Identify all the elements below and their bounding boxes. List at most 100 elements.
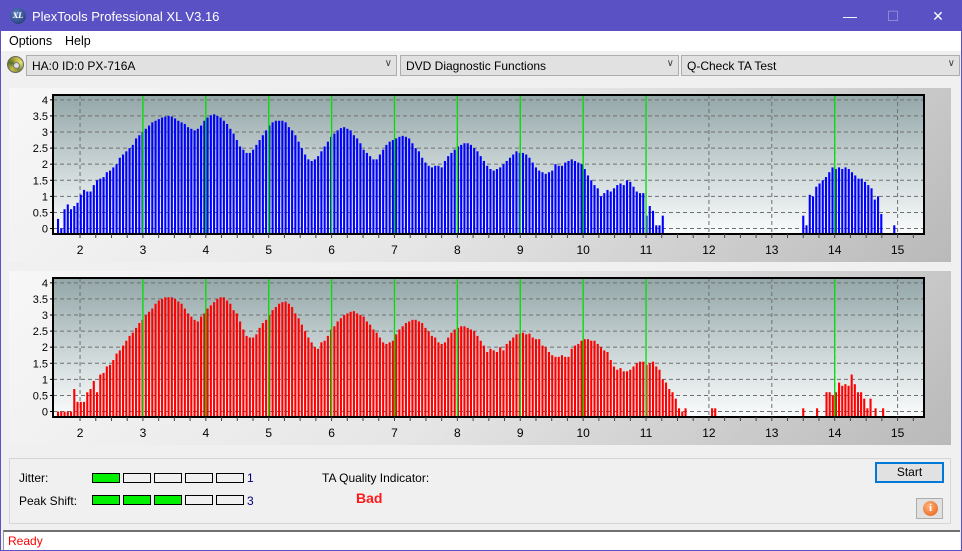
bar <box>122 154 125 234</box>
meter-segment <box>92 495 120 505</box>
bar <box>629 181 632 234</box>
bar <box>463 326 466 417</box>
bar <box>261 323 264 417</box>
minimize-button[interactable]: — <box>827 1 873 31</box>
bar <box>352 135 355 234</box>
bar <box>125 340 128 417</box>
start-button[interactable]: Start <box>875 462 944 483</box>
bar <box>469 144 472 234</box>
bar <box>677 408 681 417</box>
bar <box>170 116 173 234</box>
bar <box>544 347 547 417</box>
bar <box>612 366 616 417</box>
bar <box>557 165 560 234</box>
bar <box>356 138 359 234</box>
x-tick-label: 8 <box>454 243 461 257</box>
info-button[interactable]: i <box>916 498 943 519</box>
bar <box>304 331 307 417</box>
bar <box>482 345 486 417</box>
bar <box>112 167 115 234</box>
bar <box>252 337 255 417</box>
bar <box>372 159 375 234</box>
bar <box>317 156 320 234</box>
bar <box>258 327 261 417</box>
drive-select[interactable]: HA:0 ID:0 PX-716A ∨ <box>26 55 397 76</box>
bar <box>291 130 294 234</box>
bar <box>105 172 108 234</box>
bar <box>577 343 580 417</box>
bar <box>853 384 856 417</box>
bar <box>297 141 300 234</box>
bar <box>411 143 414 234</box>
bar <box>476 335 479 417</box>
bar <box>580 164 583 234</box>
x-tick-label: 2 <box>77 243 84 257</box>
test-select[interactable]: Q-Check TA Test ∨ <box>681 55 960 76</box>
bar <box>206 308 209 417</box>
menu-options[interactable]: Options <box>9 34 52 48</box>
disc-icon <box>7 56 24 73</box>
bar <box>63 209 66 234</box>
bar <box>255 144 258 234</box>
bar <box>73 389 76 417</box>
bar <box>362 316 365 417</box>
bar <box>148 311 151 417</box>
bar <box>421 323 424 417</box>
bar <box>99 374 102 417</box>
jitter-meter <box>92 473 244 483</box>
bar <box>802 215 805 234</box>
bar <box>866 408 869 417</box>
bar <box>564 356 567 417</box>
bar <box>180 122 183 234</box>
bar <box>609 360 612 417</box>
bar <box>658 225 661 234</box>
y-tick-label: 2 <box>42 342 48 354</box>
bar <box>828 392 831 417</box>
bar <box>300 324 303 417</box>
bar <box>359 143 362 234</box>
bar <box>508 340 512 417</box>
bar <box>421 157 424 234</box>
bar <box>606 352 609 417</box>
bar <box>125 151 128 234</box>
bar <box>200 125 203 234</box>
bar <box>339 318 342 417</box>
bar <box>261 135 264 234</box>
bar <box>538 170 541 234</box>
y-tick-label: 2.5 <box>33 326 48 338</box>
bar <box>138 323 141 417</box>
meter-segment <box>154 495 182 505</box>
bar <box>365 321 368 417</box>
bar <box>73 206 76 234</box>
bar <box>115 164 118 234</box>
bar <box>469 329 472 417</box>
bar <box>69 209 73 234</box>
bar <box>190 316 193 417</box>
bar <box>219 297 222 417</box>
bar <box>661 215 664 234</box>
bar <box>844 384 847 417</box>
bar <box>404 323 407 417</box>
x-tick-label: 14 <box>828 243 842 257</box>
bar <box>183 308 186 417</box>
bar <box>109 170 112 234</box>
bar <box>265 319 268 417</box>
bar <box>570 159 573 234</box>
bar <box>489 169 492 234</box>
bar <box>586 175 590 234</box>
bar <box>642 361 645 417</box>
function-select[interactable]: DVD Diagnostic Functions ∨ <box>400 55 679 76</box>
maximize-button[interactable]: ☐ <box>870 1 916 31</box>
bar <box>196 321 199 417</box>
bar <box>560 165 564 234</box>
bar <box>619 368 622 417</box>
menu-help[interactable]: Help <box>65 34 91 48</box>
bar <box>508 157 512 234</box>
bar <box>148 125 151 234</box>
bar <box>339 128 342 234</box>
bar <box>495 352 499 417</box>
close-button[interactable]: ✕ <box>915 1 961 31</box>
app-window: XL PlexTools Professional XL V3.16 — ☐ ✕… <box>0 0 962 551</box>
bar <box>831 167 834 234</box>
bar <box>521 332 525 417</box>
